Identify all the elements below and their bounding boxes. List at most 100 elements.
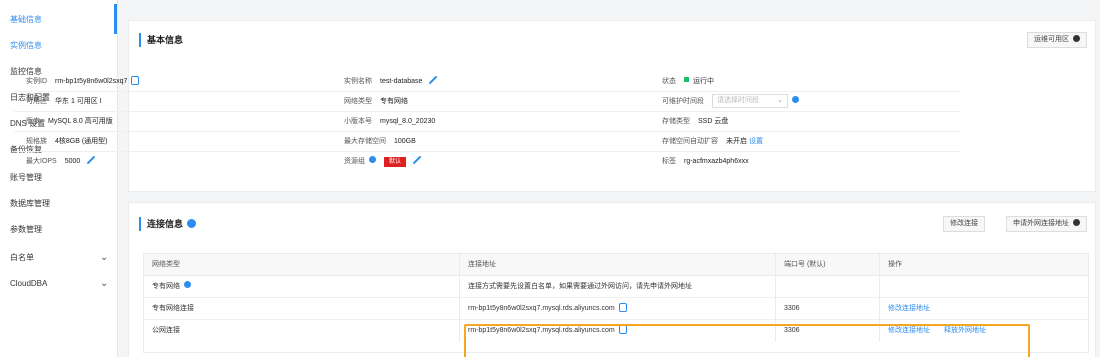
field-value: SSD 云盘 — [698, 118, 729, 125]
field-value: rg-acfmxazb4ph6xxx — [684, 158, 749, 165]
table-cell — [880, 276, 1088, 298]
connection-info-card: 连接信息 修改连接 申请外网连接地址 网络类型 连接地址 端口号 (默认) 操作… — [128, 202, 1096, 357]
status-badge: 运行中 — [693, 78, 714, 85]
field-label: 状态 — [662, 78, 676, 85]
minor-version-field: 小版本号 mysql_8.0_20230 — [344, 112, 435, 132]
table-row: 专有网络 连接方式需要先设置白名单，如果需要通过外网访问，请先申请外网地址 — [144, 276, 1088, 298]
field-label: 规格族 — [26, 138, 47, 145]
max-iops-field: 最大IOPS 5000 — [26, 152, 96, 172]
zone-field: 可用区 华东 1 可用区 I — [26, 92, 102, 112]
connection-address: rm-bp1t5y8n6w0l2sxq7.mysql.rds.aliyuncs.… — [468, 327, 615, 334]
auto-scale-field: 存储空间自动扩容 未开启 设置 — [662, 132, 763, 152]
field-value: 华东 1 可用区 I — [55, 98, 102, 105]
column-header: 操作 — [888, 261, 902, 268]
table-cell: 3306 — [776, 320, 880, 342]
info-icon[interactable] — [184, 281, 191, 288]
field-label: 可维护时间段 — [662, 98, 704, 105]
field-label: 可用区 — [26, 98, 47, 105]
field-value: MySQL 8.0 高可用版 — [48, 118, 113, 125]
chevron-down-icon: ⌄ — [100, 278, 109, 289]
setup-link[interactable]: 设置 — [749, 138, 763, 145]
sidebar-item-label: CloudDBA — [10, 279, 48, 288]
table-cell: 3306 — [776, 298, 880, 320]
button-label: 运维可用区 — [1034, 36, 1069, 43]
connection-info-title: 连接信息 — [139, 217, 197, 231]
copy-icon[interactable] — [618, 325, 627, 334]
version-field: 版本 MySQL 8.0 高可用版 — [26, 112, 113, 132]
field-value: 5000 — [64, 158, 81, 165]
field-label: 存储空间自动扩容 — [662, 138, 718, 145]
table-cell: rm-bp1t5y8n6w0l2sxq7.mysql.rds.aliyuncs.… — [460, 320, 776, 342]
table-header: 网络类型 连接地址 端口号 (默认) 操作 — [144, 254, 1088, 276]
chevron-icon — [1073, 35, 1080, 42]
chevron-down-icon: ⌄ — [777, 97, 783, 105]
field-label: 存储类型 — [662, 118, 690, 125]
sidebar-active-indicator — [114, 4, 117, 34]
edit-icon[interactable] — [429, 75, 438, 85]
title-text: 连接信息 — [147, 219, 184, 229]
table-cell: 修改连接地址 释放外网地址 — [880, 320, 1088, 342]
copy-icon[interactable] — [131, 76, 140, 85]
sidebar-item-parameters[interactable]: 参数管理 — [10, 222, 110, 238]
instance-name-field: 实例名称 test-database — [344, 72, 438, 92]
status-dot-icon — [684, 77, 689, 82]
info-row: 最大IOPS 5000 资源组 默认 标签 rg-acfmxazb4ph6xxx — [14, 152, 960, 172]
maintenance-window-select[interactable]: 请选择时间段 ⌄ — [712, 94, 788, 109]
release-public-address-link[interactable]: 释放外网地址 — [944, 327, 986, 334]
field-label: 实例ID — [26, 78, 47, 85]
sidebar-item-clouddba[interactable]: CloudDBA ⌄ — [10, 276, 110, 292]
connection-address: rm-bp1t5y8n6w0l2sxq7.mysql.rds.aliyuncs.… — [468, 305, 615, 312]
column-header: 网络类型 — [144, 254, 460, 276]
modify-connection-button[interactable]: 修改连接 — [943, 216, 985, 232]
table-cell: 修改连接地址 — [880, 298, 1088, 320]
cell-text: 专有网络 — [152, 283, 180, 290]
modify-address-link[interactable]: 修改连接地址 — [888, 305, 930, 312]
field-value: rm-bp1t5y8n6w0l2sxq7 — [55, 78, 128, 85]
sidebar-item-label: 白名单 — [10, 253, 34, 262]
status-field: 状态 运行中 — [662, 72, 714, 92]
console-app: 基础信息 实例信息 监控信息 日志和配置 DNS 设置 备份恢复 账号管理 数据… — [0, 0, 1100, 357]
sidebar-item-basic-info[interactable]: 基础信息 — [10, 12, 110, 28]
resource-group-field: 资源组 默认 — [344, 152, 422, 172]
field-label: 小版本号 — [344, 118, 372, 125]
info-row: 实例ID rm-bp1t5y8n6w0l2sxq7 实例名称 test-databa… — [14, 72, 960, 92]
chevron-down-icon: ⌄ — [100, 252, 109, 263]
sidebar-item-databases[interactable]: 数据库管理 — [10, 196, 110, 212]
field-value: 专有网络 — [380, 98, 408, 105]
field-label: 版本 — [26, 118, 40, 125]
sidebar-item-whitelist[interactable]: 白名单 ⌄ — [10, 250, 110, 266]
maintenance-window-field: 可维护时间段 请选择时间段 ⌄ — [662, 92, 799, 112]
field-value: 4核8GB (通用型) — [55, 138, 108, 145]
resource-group-badge: 默认 — [384, 157, 407, 167]
apply-public-address-button[interactable]: 申请外网连接地址 — [1006, 216, 1087, 232]
edit-icon[interactable] — [87, 155, 96, 165]
copy-icon[interactable] — [618, 303, 627, 312]
chevron-icon — [1073, 219, 1080, 226]
info-icon[interactable] — [369, 156, 376, 163]
column-header: 端口号 (默认) — [776, 254, 880, 276]
storage-type-field: 存储类型 SSD 云盘 — [662, 112, 728, 132]
table-cell: 连接方式需要先设置白名单，如果需要通过外网访问，请先申请外网地址 — [460, 276, 776, 298]
table-cell — [776, 276, 880, 298]
modify-address-link[interactable]: 修改连接地址 — [888, 327, 930, 334]
field-value: 100GB — [394, 138, 416, 145]
edit-icon[interactable] — [412, 155, 422, 165]
table-cell: 专有网络 — [144, 276, 460, 298]
sidebar-item-accounts[interactable]: 账号管理 — [10, 170, 110, 186]
table-row: 公网连接 rm-bp1t5y8n6w0l2sxq7.mysql.rds.aliy… — [144, 320, 1088, 342]
sidebar-item-instance-info[interactable]: 实例信息 — [10, 38, 110, 54]
max-storage-field: 最大存储空间 100GB — [344, 132, 416, 152]
maintenance-zone-button[interactable]: 运维可用区 — [1027, 32, 1087, 48]
table-row: 专有网络连接 rm-bp1t5y8n6w0l2sxq7.mysql.rds.al… — [144, 298, 1088, 320]
info-icon[interactable] — [792, 96, 799, 103]
sidebar: 基础信息 实例信息 监控信息 日志和配置 DNS 设置 备份恢复 账号管理 数据… — [0, 0, 118, 357]
info-row: 版本 MySQL 8.0 高可用版 小版本号 mysql_8.0_20230 存储类… — [14, 112, 960, 132]
field-label: 标签 — [662, 158, 676, 165]
field-label: 网络类型 — [344, 98, 372, 105]
field-label: 实例名称 — [344, 78, 372, 85]
help-icon[interactable] — [187, 219, 197, 228]
tag-field: 标签 rg-acfmxazb4ph6xxx — [662, 152, 749, 172]
button-label: 申请外网连接地址 — [1013, 220, 1069, 227]
field-value: mysql_8.0_20230 — [380, 118, 436, 125]
info-row: 可用区 华东 1 可用区 I 网络类型 专有网络 可维护时间段 请选择时间段 ⌄ — [14, 92, 960, 112]
